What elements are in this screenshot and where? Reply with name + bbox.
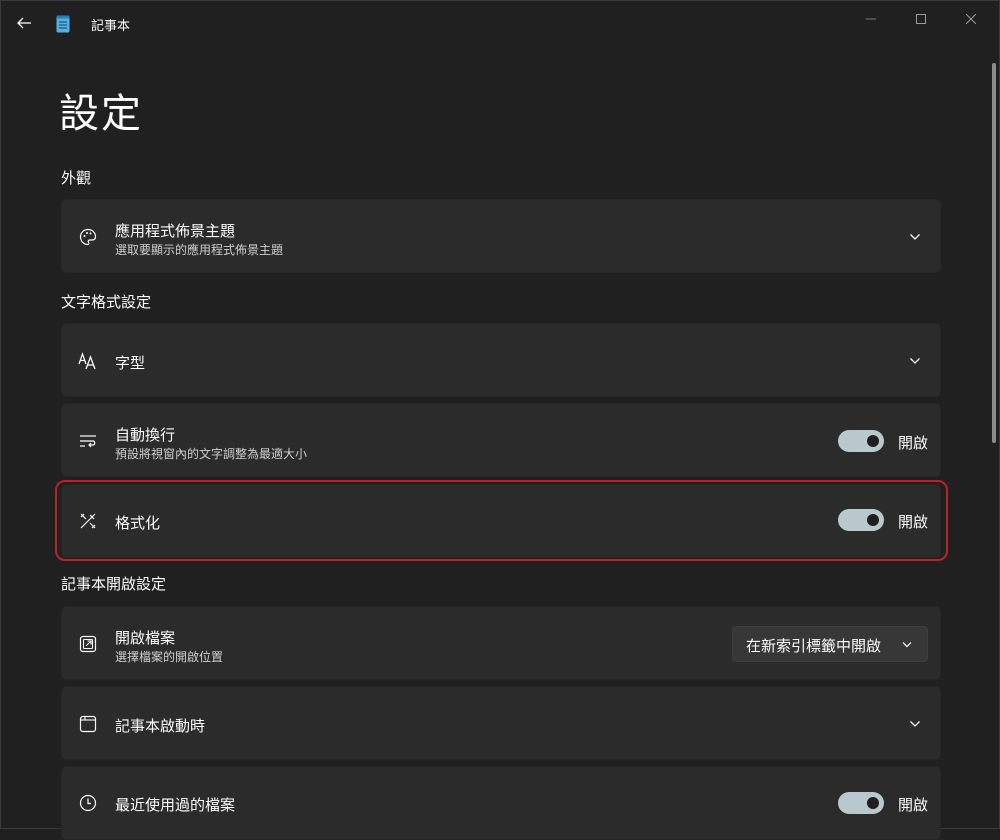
close-button[interactable]	[946, 1, 996, 37]
recent-files-toggle[interactable]	[838, 792, 884, 814]
setting-card-theme[interactable]: 應用程式佈景主題 選取要顯示的應用程式佈景主題	[61, 199, 941, 273]
word-wrap-state-label: 開啟	[897, 434, 928, 452]
clock-icon	[78, 793, 98, 813]
open-file-dropdown[interactable]: 在新索引標籤中開啟	[732, 626, 928, 662]
window-icon	[78, 714, 98, 734]
open-file-title: 開啟檔案	[115, 629, 176, 647]
chevron-down-icon[interactable]	[908, 717, 922, 731]
chevron-down-icon[interactable]	[908, 230, 922, 244]
theme-subtitle: 選取要顯示的應用程式佈景主題	[115, 243, 284, 257]
minimize-icon	[866, 18, 876, 20]
recent-files-title: 最近使用過的檔案	[115, 796, 236, 814]
section-label-text-format: 文字格式設定	[61, 293, 152, 311]
word-wrap-icon	[78, 431, 98, 451]
close-icon	[966, 14, 976, 24]
notepad-settings-window: 記事本 設定 外觀 應用程式佈景主題 選取要顯示的應用程式佈景主題 文字格式設定…	[0, 0, 1000, 840]
back-button[interactable]	[7, 7, 41, 39]
toggle-knob	[867, 797, 879, 809]
section-label-notepad-open: 記事本開啟設定	[61, 575, 167, 593]
maximize-button[interactable]	[896, 1, 946, 37]
setting-card-font[interactable]: 字型	[61, 323, 941, 397]
setting-card-on-startup[interactable]: 記事本啟動時	[61, 686, 941, 760]
setting-card-word-wrap[interactable]: 自動換行 預設將視窗內的文字調整為最適大小 開啟	[61, 403, 941, 477]
back-arrow-icon	[17, 17, 31, 29]
word-wrap-title: 自動換行	[115, 426, 176, 444]
word-wrap-toggle[interactable]	[838, 430, 884, 452]
open-file-selected: 在新索引標籤中開啟	[746, 637, 882, 655]
on-startup-title: 記事本啟動時	[115, 717, 206, 735]
minimize-button[interactable]	[846, 1, 896, 37]
font-icon	[78, 351, 98, 371]
open-file-icon	[78, 634, 98, 654]
palette-icon	[78, 227, 98, 247]
section-label-appearance: 外觀	[61, 169, 92, 187]
notepad-icon	[56, 15, 70, 33]
app-title: 記事本	[91, 19, 131, 34]
page-title: 設定	[59, 91, 143, 137]
recent-files-state-label: 開啟	[897, 796, 928, 814]
open-file-subtitle: 選擇檔案的開啟位置	[115, 650, 224, 664]
highlight-frame	[55, 480, 948, 561]
toggle-knob	[867, 435, 879, 447]
word-wrap-subtitle: 預設將視窗內的文字調整為最適大小	[115, 447, 308, 461]
maximize-icon	[916, 14, 926, 24]
title-bar: 記事本	[1, 1, 999, 45]
chevron-down-icon	[901, 638, 913, 650]
theme-title: 應用程式佈景主題	[115, 222, 236, 240]
font-title: 字型	[115, 354, 146, 372]
chevron-down-icon[interactable]	[908, 354, 922, 368]
setting-card-open-file[interactable]: 開啟檔案 選擇檔案的開啟位置 在新索引標籤中開啟	[61, 606, 941, 680]
scrollbar-thumb[interactable]	[992, 63, 996, 443]
